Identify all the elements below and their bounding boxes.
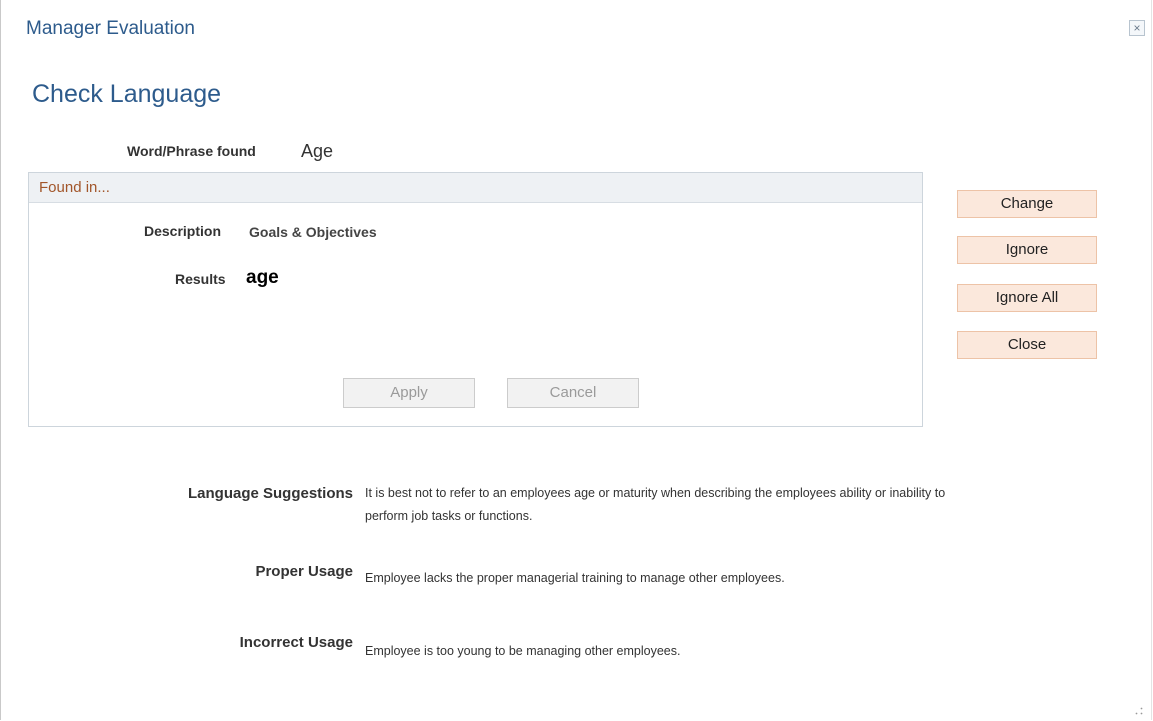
results-value: age (246, 267, 279, 288)
close-button[interactable]: Close (957, 331, 1097, 359)
language-suggestions-label: Language Suggestions (187, 485, 353, 502)
language-suggestions-text: It is best not to refer to an employees … (365, 482, 945, 528)
cancel-button[interactable]: Cancel (507, 378, 639, 408)
resize-grip-icon[interactable] (1135, 707, 1143, 716)
found-in-title: Found in... (39, 179, 110, 196)
incorrect-usage-text: Employee is too young to be managing oth… (365, 644, 681, 658)
change-button[interactable]: Change (957, 190, 1097, 218)
description-label: Description (144, 223, 222, 239)
language-suggestions-line1: It is best not to refer to an employees … (365, 486, 946, 500)
found-in-panel: Found in... Description Goals & Objectiv… (28, 172, 923, 427)
language-suggestions-line2: perform job tasks or functions. (365, 509, 533, 523)
proper-usage-label: Proper Usage (255, 563, 353, 580)
found-in-header: Found in... (29, 173, 922, 203)
window-title: Manager Evaluation (26, 18, 195, 39)
close-icon[interactable]: × (1129, 20, 1145, 36)
word-found-label: Word/Phrase found (127, 143, 256, 159)
ignore-all-button[interactable]: Ignore All (957, 284, 1097, 312)
dialog-titlebar: Manager Evaluation × (1, 0, 1151, 55)
apply-button[interactable]: Apply (343, 378, 475, 408)
description-value: Goals & Objectives (249, 224, 377, 240)
incorrect-usage-label: Incorrect Usage (239, 634, 353, 651)
ignore-button[interactable]: Ignore (957, 236, 1097, 264)
proper-usage-text: Employee lacks the proper managerial tra… (365, 571, 785, 585)
page-title: Check Language (32, 80, 222, 108)
results-label: Results (175, 271, 226, 287)
word-found-value: Age (301, 141, 334, 161)
manager-evaluation-dialog: Manager Evaluation × Check Language Word… (0, 0, 1152, 720)
